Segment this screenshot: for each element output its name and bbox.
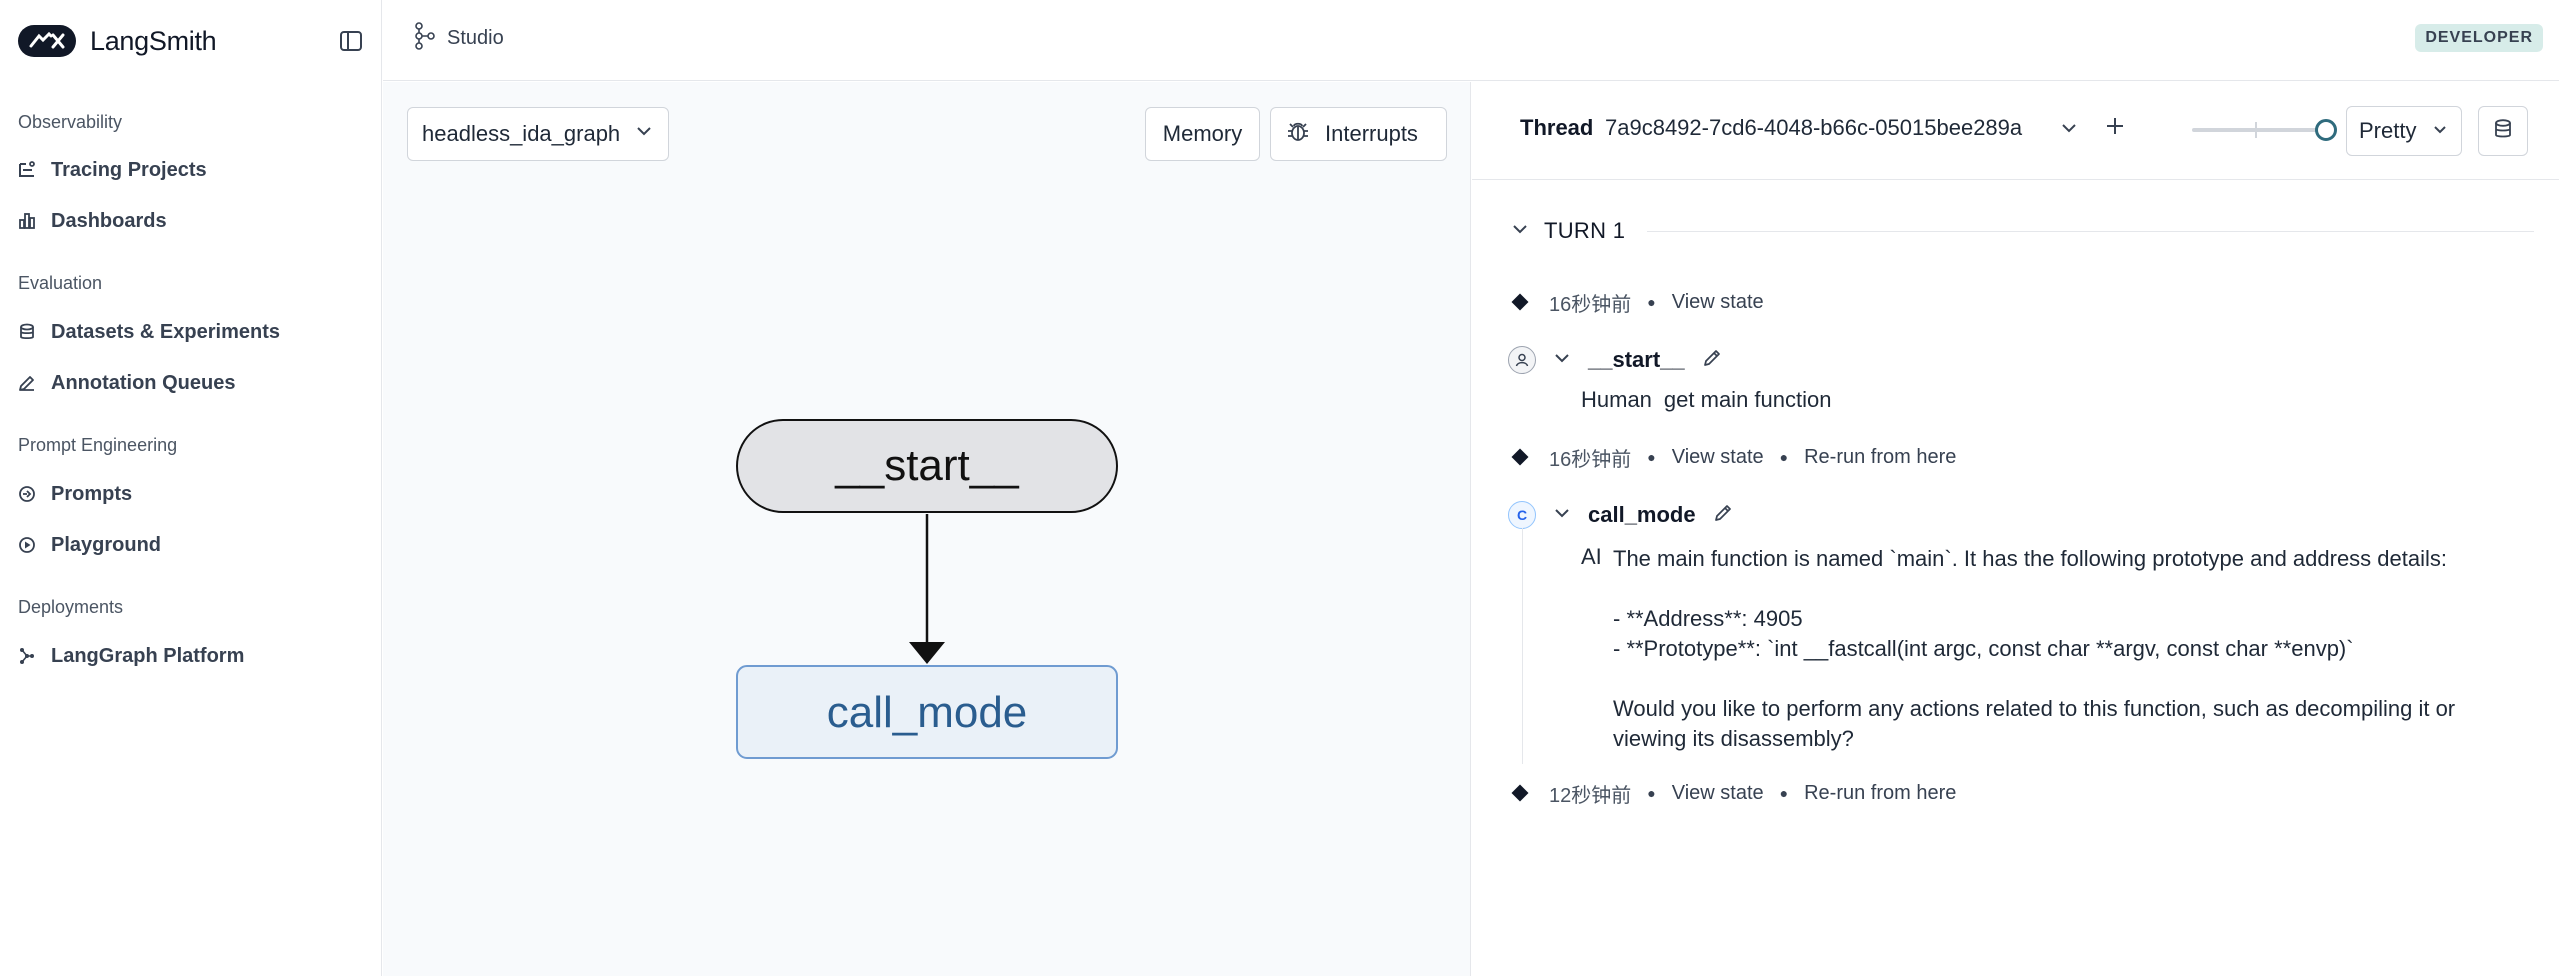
checkpoint-diamond-icon: [1511, 293, 1529, 311]
chevron-down-icon: [1510, 219, 1530, 244]
message-role: Human: [1581, 387, 1652, 412]
graph-icon: [16, 645, 38, 667]
chevron-down-icon[interactable]: [1552, 348, 1572, 373]
graph-edge: [909, 514, 945, 664]
chevron-down-icon[interactable]: [2057, 116, 2081, 145]
checkpoint-diamond-icon: [1511, 448, 1529, 466]
view-mode-value: Pretty: [2359, 118, 2417, 143]
user-avatar-icon: [1508, 346, 1536, 374]
message-border: [1522, 528, 1523, 764]
sidebar-toggle-icon[interactable]: [336, 26, 366, 56]
checkpoint-diamond-icon: [1511, 784, 1529, 802]
sidebar-item-prompts[interactable]: Prompts: [16, 476, 366, 512]
turn-divider: [1647, 230, 2534, 232]
new-thread-button[interactable]: [2102, 113, 2128, 144]
checkpoint-row: 16秒钟前 ● View state ● Re-run from here: [1511, 443, 1956, 471]
graph-node-call-mode-label: call_mode: [827, 688, 1028, 737]
thread-id-select[interactable]: 7a9c8492-7cd6-4048-b66c-05015bee289a: [1605, 115, 2022, 141]
history-slider-track[interactable]: [2192, 128, 2324, 132]
turn-label: TURN 1: [1544, 218, 1626, 243]
prompt-icon: [16, 483, 38, 505]
rerun-link[interactable]: Re-run from here: [1804, 446, 1956, 469]
ai-avatar-icon: C: [1508, 501, 1536, 529]
history-slider-tick: [2255, 122, 2257, 138]
chevron-down-icon: [2431, 118, 2449, 144]
view-state-link[interactable]: View state: [1672, 291, 1764, 314]
graph-canvas: __start__ call_mode: [736, 419, 1118, 759]
separator-dot: ●: [1647, 785, 1656, 801]
langsmith-logo-icon: [18, 25, 76, 57]
turn-header[interactable]: TURN 1: [1510, 216, 2534, 246]
checkpoint-time: 12秒钟前: [1549, 784, 1632, 807]
brand-name: LangSmith: [90, 25, 217, 56]
studio-label: Studio: [447, 27, 504, 49]
studio-graph-icon: [411, 22, 437, 55]
sidebar-item-playground[interactable]: Playground: [16, 527, 366, 563]
graph-panel: headless_ida_graph Memory Interrupts __s…: [383, 82, 1471, 976]
top-bar: Studio DEVELOPER: [383, 0, 2559, 81]
checkpoint-time: 16秒钟前: [1549, 448, 1632, 471]
edit-pencil-icon[interactable]: [1701, 347, 1723, 374]
checkpoint-row: 12秒钟前 ● View state ● Re-run from here: [1511, 779, 1956, 807]
node-call-mode-header: C call_mode: [1508, 500, 1734, 530]
view-state-link[interactable]: View state: [1672, 782, 1764, 805]
node-start-header: __start__: [1508, 345, 1723, 375]
graph-node-start-label: __start__: [834, 441, 1019, 490]
node-call-mode-name: call_mode: [1588, 502, 1696, 527]
sidebar-item-datasets-experiments[interactable]: Datasets & Experiments: [16, 314, 366, 350]
thread-panel: Thread 7a9c8492-7cd6-4048-b66c-05015bee2…: [1472, 82, 2559, 976]
database-icon: [16, 321, 38, 343]
separator-dot: ●: [1647, 449, 1656, 465]
sidebar-item-annotation-queues[interactable]: Annotation Queues: [16, 365, 366, 401]
rerun-link[interactable]: Re-run from here: [1804, 782, 1956, 805]
studio-breadcrumb[interactable]: Studio: [411, 22, 504, 55]
graph-node-call-mode[interactable]: call_mode: [736, 665, 1118, 759]
message-text: get main function: [1663, 387, 1832, 412]
human-message: Human get main function: [1581, 387, 1831, 413]
section-title-prompt-engineering: Prompt Engineering: [18, 435, 178, 455]
play-icon: [16, 534, 38, 556]
view-state-link[interactable]: View state: [1672, 446, 1764, 469]
developer-badge: DEVELOPER: [2415, 24, 2543, 52]
pen-icon: [16, 372, 38, 394]
sidebar: LangSmith Observability Tracing Projects…: [0, 0, 382, 976]
dashboard-icon: [16, 210, 38, 232]
graph-node-start[interactable]: __start__: [736, 419, 1118, 513]
checkpoint-time: 16秒钟前: [1549, 293, 1632, 316]
sidebar-item-tracing-projects[interactable]: Tracing Projects: [16, 152, 366, 188]
database-icon: [2492, 118, 2514, 145]
checkpoint-row: 16秒钟前 ● View state: [1511, 288, 1764, 316]
thread-header: Thread 7a9c8492-7cd6-4048-b66c-05015bee2…: [1472, 82, 2559, 180]
sidebar-item-dashboards[interactable]: Dashboards: [16, 203, 366, 239]
sidebar-item-langgraph-platform[interactable]: LangGraph Platform: [16, 638, 366, 674]
tracing-icon: [16, 159, 38, 181]
section-title-evaluation: Evaluation: [18, 273, 103, 293]
section-title-deployments: Deployments: [18, 597, 124, 617]
chevron-down-icon[interactable]: [1552, 503, 1572, 528]
view-mode-select[interactable]: Pretty: [2346, 106, 2462, 156]
section-title-observability: Observability: [18, 112, 123, 132]
ai-message-text: The main function is named `main`. It ha…: [1613, 546, 2456, 751]
message-role: AI: [1581, 544, 1602, 569]
history-slider-handle[interactable]: [2315, 119, 2337, 141]
separator-dot: ●: [1779, 449, 1789, 465]
database-button[interactable]: [2478, 106, 2528, 156]
edit-pencil-icon[interactable]: [1712, 502, 1734, 529]
separator-dot: ●: [1779, 785, 1789, 801]
separator-dot: ●: [1647, 294, 1656, 310]
node-start-name: __start__: [1588, 347, 1685, 372]
thread-label: Thread: [1520, 115, 1594, 140]
logo[interactable]: LangSmith: [18, 24, 217, 58]
